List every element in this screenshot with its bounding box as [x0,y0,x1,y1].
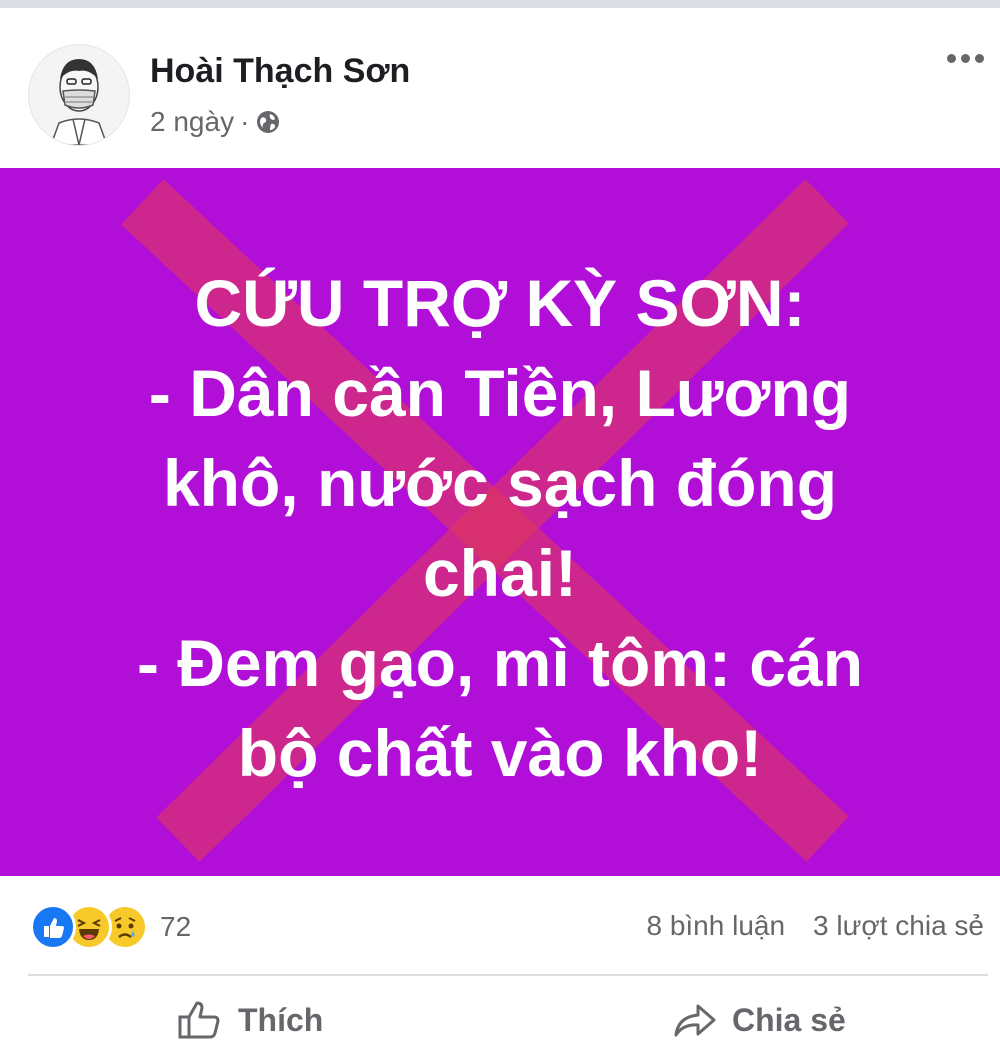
avatar[interactable] [28,44,130,146]
reaction-count: 72 [160,911,192,942]
more-dot [975,54,984,63]
reaction-summary[interactable]: 72 [30,904,191,950]
post-actions: Thích Chia sẻ [0,976,1000,1064]
post-image[interactable]: CỨU TRỢ KỲ SƠN: - Dân cần Tiền, Lương kh… [0,168,1000,876]
meta-separator: · [240,106,250,137]
globe-icon [257,111,280,133]
more-dot [947,54,956,63]
image-text-line: bộ chất vào kho! [237,716,763,790]
image-text-line: - Dân cần Tiền, Lương [148,356,852,430]
like-label: Thích [238,1001,324,1038]
share-label: Chia sẻ [732,1001,846,1038]
image-text: CỨU TRỢ KỲ SƠN: - Dân cần Tiền, Lương kh… [60,258,940,798]
thumbs-up-icon [178,1001,220,1039]
share-button[interactable]: Chia sẻ [672,1000,846,1040]
image-text-line: CỨU TRỢ KỲ SƠN: [194,266,806,340]
author-name[interactable]: Hoài Thạch Sơn [150,52,410,91]
image-text-line: khô, nước sạch đóng [162,446,838,520]
post-header: Hoài Thạch Sơn 2 ngày · [0,8,1000,168]
top-divider [0,0,1000,8]
like-button[interactable]: Thích [176,1000,323,1040]
share-arrow-icon [674,1004,716,1037]
like-reaction-icon [30,904,76,950]
engagement-counts: 8 bình luận 3 lượt chia sẻ [646,910,984,942]
comments-count[interactable]: 8 bình luận [646,910,785,942]
post-meta: 2 ngày · [150,106,281,138]
more-options-icon[interactable] [947,54,984,63]
more-dot [961,54,970,63]
post-time[interactable]: 2 ngày [150,106,234,138]
shares-count[interactable]: 3 lượt chia sẻ [813,910,984,942]
image-text-line: - Đem gạo, mì tôm: cán [136,626,864,700]
post-stats: 72 8 bình luận 3 lượt chia sẻ [0,876,1000,976]
image-text-line: chai! [422,536,578,610]
avatar-sketch-icon [50,59,108,145]
